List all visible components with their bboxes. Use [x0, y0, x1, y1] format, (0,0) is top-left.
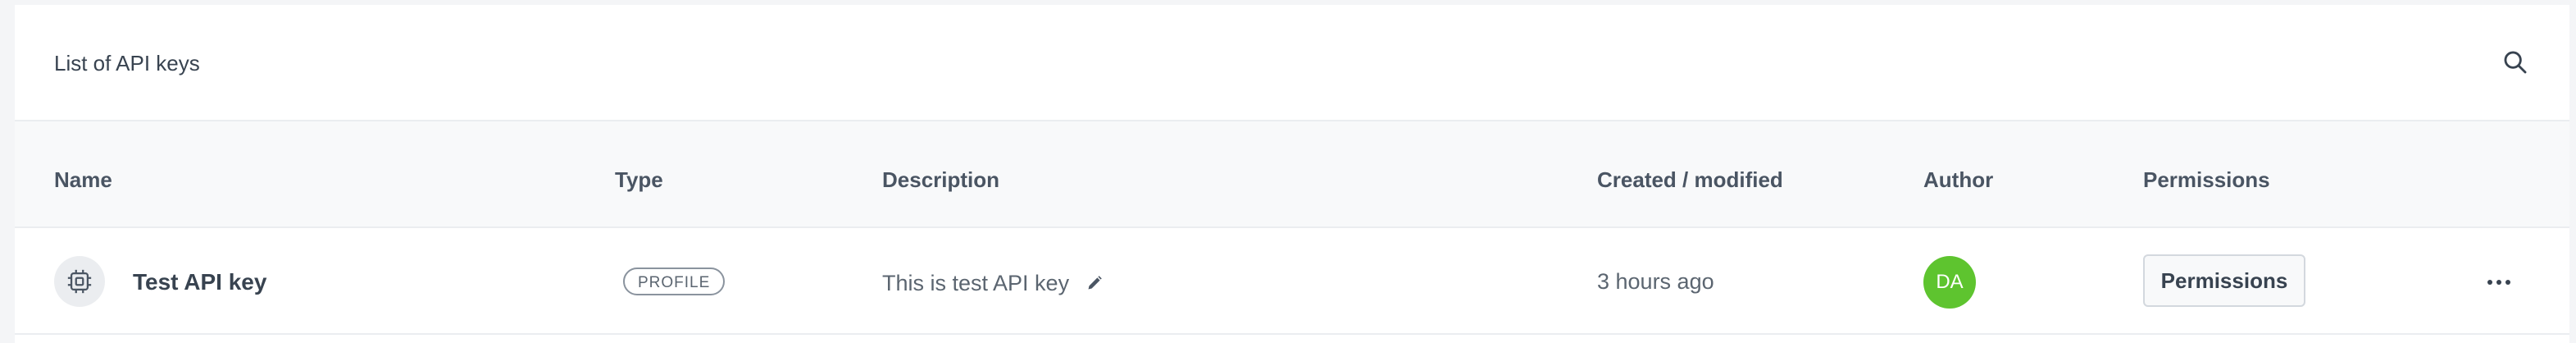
card-header: List of API keys [15, 5, 2569, 121]
search-button[interactable] [2499, 46, 2532, 79]
search-icon [2504, 51, 2527, 74]
table-header: Name Type Description Created / modified… [15, 121, 2569, 228]
api-key-icon-badge [54, 256, 105, 307]
more-horizontal-icon [2487, 280, 2510, 285]
pencil-icon [1088, 276, 1102, 290]
api-key-name[interactable]: Test API key [133, 269, 266, 295]
column-header-name[interactable]: Name [54, 167, 112, 193]
type-badge: PROFILE [623, 268, 726, 295]
table-row[interactable]: Test API key PROFILE This is test API ke… [15, 228, 2569, 335]
column-header-created[interactable]: Created / modified [1597, 167, 1783, 193]
row-more-button[interactable] [2483, 266, 2515, 299]
permissions-button[interactable]: Permissions [2143, 254, 2305, 307]
column-header-description[interactable]: Description [882, 167, 999, 193]
api-key-description: This is test API key [882, 271, 1070, 295]
chip-icon [67, 269, 92, 294]
created-modified: 3 hours ago [1597, 269, 1714, 294]
column-header-author[interactable]: Author [1923, 167, 1993, 193]
api-keys-card: List of API keys Name Type Description C… [15, 5, 2569, 343]
column-header-permissions[interactable]: Permissions [2143, 167, 2270, 193]
column-header-type[interactable]: Type [615, 167, 663, 193]
edit-description-button[interactable] [1082, 271, 1107, 295]
card-title: List of API keys [54, 51, 200, 75]
author-avatar[interactable]: DA [1923, 256, 1976, 309]
